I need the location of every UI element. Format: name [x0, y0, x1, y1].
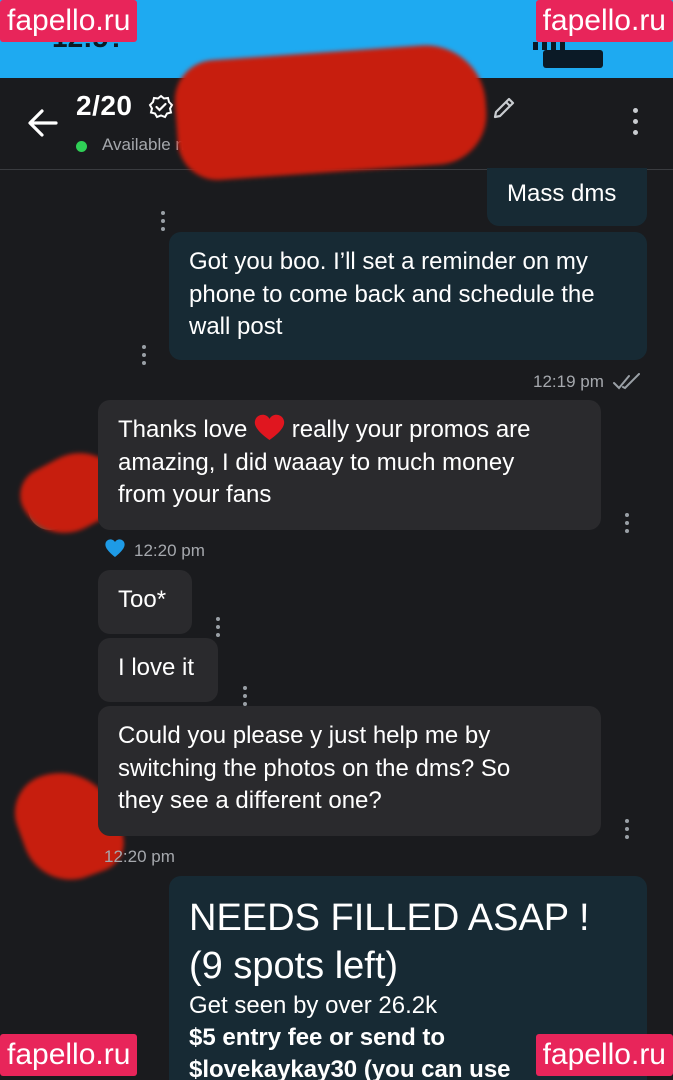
- chat-title[interactable]: 2/20: [76, 90, 133, 122]
- message-timestamp: 12:19 pm: [533, 372, 604, 391]
- read-receipt-icon: [613, 373, 640, 390]
- message-text: Too*: [118, 586, 167, 613]
- message-line: from your fans: [118, 481, 272, 508]
- message-text: Mass dms: [507, 180, 617, 207]
- incoming-message[interactable]: Too*: [98, 570, 192, 634]
- message-menu-icon[interactable]: [213, 617, 223, 639]
- more-options-icon[interactable]: [624, 108, 646, 142]
- message-line: amazing, I did waaay to much money: [118, 448, 515, 476]
- message-timestamp: 12:20 pm: [134, 541, 205, 560]
- incoming-message[interactable]: Could you please y just help me by switc…: [98, 706, 601, 836]
- watermark-top-left: fapello.ru: [0, 0, 138, 42]
- back-arrow-icon[interactable]: [26, 108, 60, 138]
- message-line: phone to come back and schedule the: [189, 280, 595, 308]
- message-menu-icon[interactable]: [139, 345, 149, 367]
- message-menu-icon[interactable]: [622, 513, 632, 535]
- like-heart-icon[interactable]: [104, 538, 126, 558]
- watermark-bottom-left: fapello.ru: [0, 1034, 138, 1076]
- message-line: switching the photos on the dms? So: [118, 754, 511, 782]
- message-line: Could you please y just help me by: [118, 722, 491, 749]
- promo-line: Get seen by over 26.2k: [189, 992, 438, 1019]
- message-text: I love it: [118, 654, 195, 681]
- message-menu-icon[interactable]: [240, 686, 250, 708]
- promo-headline: NEEDS FILLED ASAP !: [189, 897, 590, 939]
- message-menu-icon[interactable]: [622, 819, 632, 841]
- outgoing-message[interactable]: Mass dms: [487, 168, 647, 226]
- message-line: Got you boo. I’ll set a reminder on my: [189, 248, 588, 275]
- message-line: they see a different one?: [118, 787, 382, 814]
- promo-subheadline: (9 spots left): [189, 945, 399, 987]
- redacted-username: [172, 41, 490, 183]
- outgoing-message[interactable]: Got you boo. I’ll set a reminder on my p…: [169, 232, 647, 360]
- edit-pencil-icon[interactable]: [490, 94, 518, 122]
- red-heart-emoji-icon: [254, 414, 285, 441]
- online-status-dot: [76, 141, 87, 152]
- verified-badge-icon: [148, 94, 174, 119]
- message-line: Thanks love really your promos are: [118, 414, 531, 443]
- watermark-top-right: fapello.ru: [535, 0, 673, 42]
- message-timestamp: 12:20 pm: [104, 847, 175, 866]
- message-line: wall post: [189, 313, 283, 340]
- watermark-bottom-right: fapello.ru: [535, 1034, 673, 1076]
- incoming-message[interactable]: I love it: [98, 638, 218, 702]
- message-menu-icon[interactable]: [158, 211, 168, 233]
- incoming-message[interactable]: Thanks love really your promos are amazi…: [98, 400, 601, 530]
